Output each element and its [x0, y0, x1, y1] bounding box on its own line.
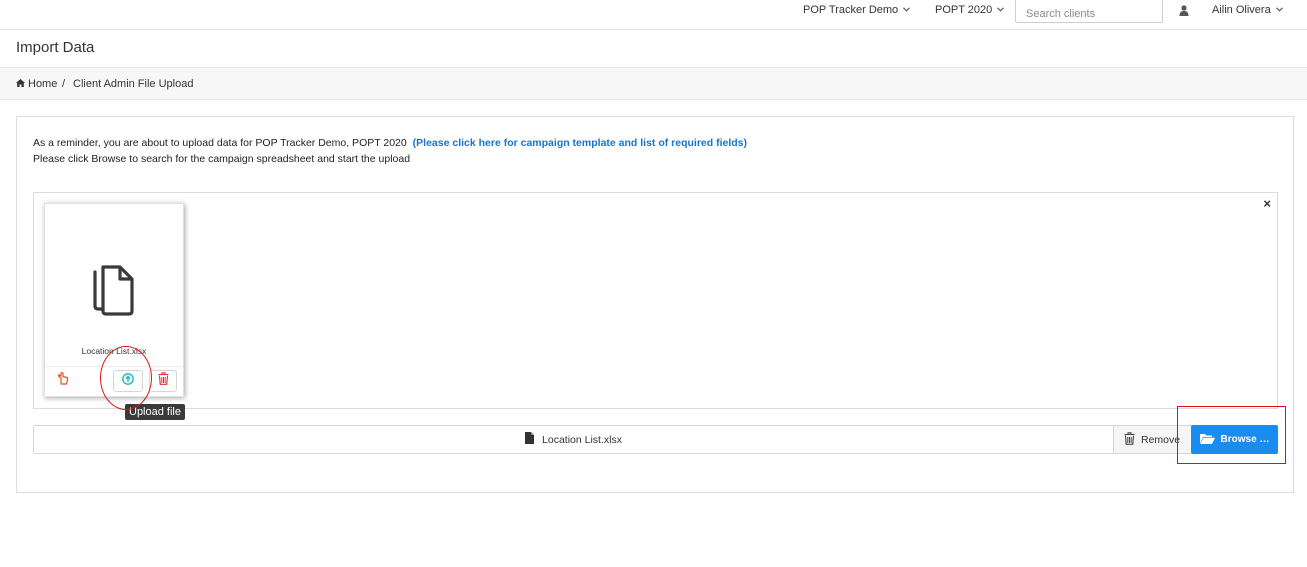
home-icon — [16, 78, 28, 90]
drag-handle[interactable] — [49, 370, 77, 392]
hand-pointer-icon — [57, 372, 69, 390]
file-icon — [525, 432, 542, 447]
close-icon[interactable]: × — [1263, 196, 1271, 211]
breadcrumb-current: Client Admin File Upload — [73, 78, 194, 90]
search-clients-input[interactable] — [1015, 0, 1163, 23]
breadcrumb: Home / Client Admin File Upload — [0, 67, 1307, 100]
user-menu[interactable]: Ailin Olivera — [1212, 0, 1283, 18]
reminder-text: As a reminder, you are about to upload d… — [33, 135, 747, 167]
trash-icon — [1124, 431, 1141, 448]
file-caption-name: Location List.xlsx — [542, 433, 622, 446]
breadcrumb-separator: / — [62, 78, 66, 90]
breadcrumb-home[interactable]: Home — [16, 78, 57, 90]
file-caption: Location List.xlsx — [34, 426, 1113, 453]
top-navbar: POP Tracker Demo POPT 2020 Ailin Olivera — [0, 0, 1307, 30]
chevron-down-icon — [1275, 0, 1283, 18]
user-icon — [1179, 3, 1189, 16]
breadcrumb-home-label: Home — [28, 78, 58, 90]
chevron-down-icon — [903, 0, 911, 18]
file-input-group: Location List.xlsx Remove Browse … — [33, 425, 1278, 454]
annotation-rectangle — [1177, 406, 1286, 464]
campaign-selector-label: POPT 2020 — [935, 4, 993, 16]
annotation-ellipse — [100, 346, 152, 410]
reminder-line-2: Please click Browse to search for the ca… — [33, 153, 411, 165]
file-copy-icon — [89, 264, 137, 321]
remove-file-button[interactable] — [149, 370, 177, 392]
file-dropzone[interactable]: × Location List.xlsx — [33, 192, 1278, 409]
trash-icon — [158, 372, 169, 390]
client-selector[interactable]: POP Tracker Demo — [803, 0, 911, 18]
campaign-template-link[interactable]: (Please click here for campaign template… — [413, 137, 747, 149]
user-name: Ailin Olivera — [1212, 4, 1271, 16]
page-title: Import Data — [16, 39, 95, 56]
campaign-selector[interactable]: POPT 2020 — [935, 0, 1005, 18]
chevron-down-icon — [997, 0, 1005, 18]
page-header: Import Data — [0, 30, 1307, 67]
remove-button-label: Remove — [1141, 433, 1181, 446]
upload-card: As a reminder, you are about to upload d… — [16, 116, 1294, 493]
client-selector-label: POP Tracker Demo — [803, 4, 899, 16]
reminder-line-1: As a reminder, you are about to upload d… — [33, 137, 407, 149]
